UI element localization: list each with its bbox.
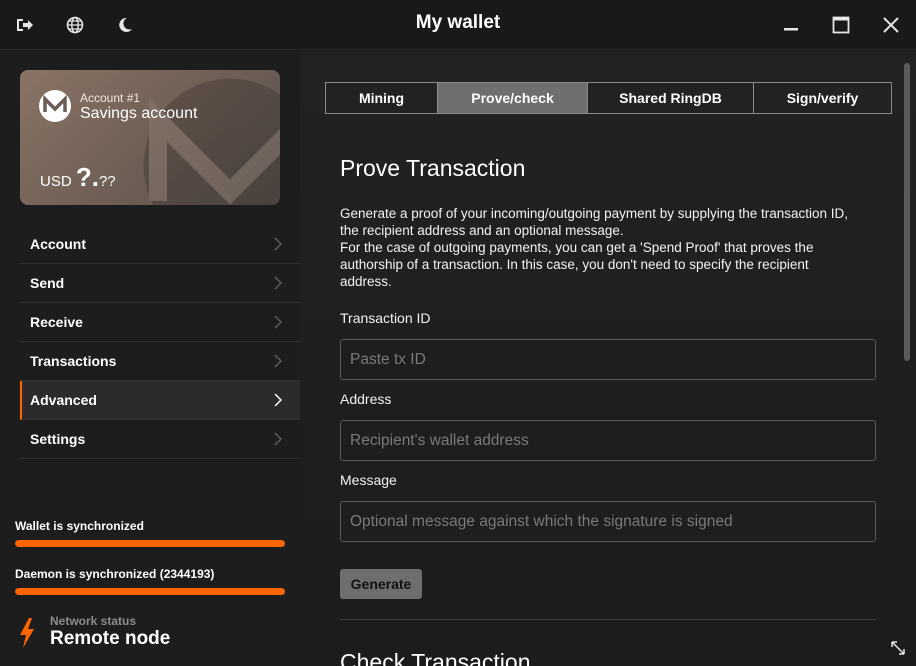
sidebar-item-settings[interactable]: Settings (20, 420, 300, 459)
balance-main: ?. (75, 162, 99, 192)
account-name: Savings account (80, 105, 198, 122)
message-label: Message (340, 472, 397, 488)
sidebar-item-receive[interactable]: Receive (20, 303, 300, 342)
wallet-sync-label: Wallet is synchronized (15, 519, 144, 533)
chevron-right-icon (274, 432, 282, 446)
sidebar-item-label: Account (30, 236, 86, 252)
prove-description: Generate a proof of your incoming/outgoi… (340, 205, 880, 290)
daemon-sync-progress-fill (15, 588, 285, 595)
sidebar-item-send[interactable]: Send (20, 264, 300, 303)
balance: USD ?.?? (40, 162, 116, 193)
description-line: authorship of a transaction. In this cas… (340, 257, 809, 272)
description-line: address. (340, 274, 392, 289)
sidebar-item-label: Settings (30, 431, 86, 447)
network-status-value: Remote node (50, 628, 171, 649)
prove-transaction-title: Prove Transaction (340, 155, 526, 181)
balance-decimals: ?? (98, 173, 116, 190)
sidebar-menu: Account Send Receive Transactions Advanc… (20, 225, 300, 459)
tab-shared-ringdb[interactable]: Shared RingDB (588, 83, 754, 113)
sidebar-item-account[interactable]: Account (20, 225, 300, 264)
generate-button[interactable]: Generate (340, 569, 422, 599)
daemon-sync-progress-bar (15, 588, 285, 595)
sidebar-item-transactions[interactable]: Transactions (20, 342, 300, 381)
sidebar: Account #1 Savings account USD ?.?? Acco… (0, 51, 300, 666)
advanced-tabs: Mining Prove/check Shared RingDB Sign/ve… (325, 82, 892, 114)
section-divider (340, 619, 876, 620)
daemon-sync-status: Daemon is synchronized (2344193) (15, 567, 285, 595)
chevron-right-icon (274, 237, 282, 251)
tab-prove-check[interactable]: Prove/check (438, 83, 588, 113)
account-card[interactable]: Account #1 Savings account USD ?.?? (20, 70, 280, 205)
tab-mining[interactable]: Mining (326, 83, 438, 113)
check-transaction-title: Check Transaction (340, 649, 531, 666)
chevron-right-icon (274, 315, 282, 329)
balance-currency: USD (40, 173, 72, 190)
scrollbar[interactable] (904, 63, 910, 361)
close-icon[interactable] (879, 13, 903, 37)
sidebar-item-label: Send (30, 275, 65, 291)
lightning-icon (20, 618, 34, 648)
resize-icon[interactable] (890, 640, 906, 656)
chevron-right-icon (274, 276, 282, 290)
description-line: For the case of outgoing payments, you c… (340, 240, 814, 255)
sidebar-item-advanced[interactable]: Advanced (20, 381, 300, 420)
daemon-sync-label: Daemon is synchronized (2344193) (15, 567, 215, 581)
chevron-right-icon (274, 393, 282, 407)
description-line: the recipient address and an optional me… (340, 223, 624, 238)
wallet-sync-progress-fill (15, 540, 285, 547)
sidebar-item-label: Transactions (30, 353, 117, 369)
address-input[interactable] (340, 420, 876, 461)
txid-input[interactable] (340, 339, 876, 380)
maximize-icon[interactable] (829, 13, 853, 37)
tab-sign-verify[interactable]: Sign/verify (754, 83, 891, 113)
txid-label: Transaction ID (340, 310, 431, 326)
address-label: Address (340, 391, 392, 407)
sidebar-item-label: Advanced (30, 392, 97, 408)
chevron-right-icon (274, 354, 282, 368)
wallet-sync-status: Wallet is synchronized (15, 519, 285, 547)
wallet-sync-progress-bar (15, 540, 285, 547)
message-input[interactable] (340, 501, 876, 542)
description-line: Generate a proof of your incoming/outgoi… (340, 206, 849, 221)
main-panel: Mining Prove/check Shared RingDB Sign/ve… (300, 51, 916, 666)
account-number: Account #1 (80, 91, 141, 105)
title-bar: My wallet (0, 0, 916, 50)
network-status-label: Network status (50, 614, 137, 628)
monero-logo-icon (39, 90, 71, 122)
sidebar-item-label: Receive (30, 314, 83, 330)
minimize-icon[interactable] (779, 13, 803, 37)
monero-watermark-icon (143, 78, 280, 205)
